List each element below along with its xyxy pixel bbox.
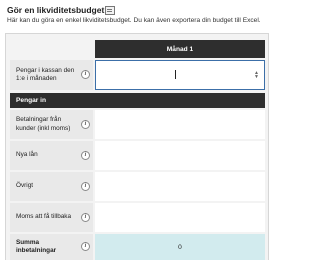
row-label-text: Nya lån (16, 151, 38, 159)
row-label-total-income: Summa inbetalningar i (10, 234, 93, 260)
other-input[interactable] (95, 172, 265, 201)
column-header-month-1: Månad 1 (95, 40, 265, 58)
total-income-value: 0 (95, 234, 265, 260)
row-label-other: Övrigt i (10, 172, 93, 201)
info-icon[interactable]: i (81, 119, 90, 129)
row-label-text: Övrigt (16, 182, 34, 190)
vat-refund-input[interactable] (95, 203, 265, 232)
page-title-text: Gör en likviditetsbudget (7, 5, 105, 15)
row-label-text: Moms att få tillbaka (16, 213, 72, 221)
row-label-new-loans: Nya lån i (10, 141, 93, 170)
info-icon[interactable]: i (81, 70, 90, 79)
info-icon[interactable]: i (81, 242, 90, 251)
spinner-down-icon[interactable]: ▼ (254, 75, 259, 80)
row-label-text: Pengar i kassan den 1:e i månaden (16, 66, 75, 83)
document-icon[interactable] (105, 5, 116, 15)
row-label-vat-refund: Moms att få tillbaka i (10, 203, 93, 232)
row-label-text: Betalningar från kunder (inkl moms) (16, 116, 71, 132)
section-header-income: Pengar in (10, 93, 265, 108)
row-label-customer-payments: Betalningar från kunder (inkl moms) i (10, 110, 93, 139)
info-icon[interactable]: i (81, 212, 90, 222)
page-title: Gör en likviditetsbudget (7, 5, 116, 15)
row-label-text: Summa inbetalningar (16, 238, 57, 255)
opening-balance-input[interactable]: ▲ ▼ (95, 60, 265, 90)
text-cursor (175, 70, 176, 79)
info-icon[interactable]: i (81, 150, 90, 160)
new-loans-input[interactable] (95, 141, 265, 170)
row-label-opening-balance: Pengar i kassan den 1:e i månaden i (10, 60, 93, 90)
liquidity-budget-page: Gör en likviditetsbudget Här kan du göra… (0, 0, 300, 260)
customer-payments-input[interactable] (95, 110, 265, 139)
intro-text: Här kan du göra en enkel likviditetsbudg… (7, 17, 261, 24)
info-icon[interactable]: i (81, 181, 90, 191)
number-spinner[interactable]: ▲ ▼ (254, 71, 259, 80)
